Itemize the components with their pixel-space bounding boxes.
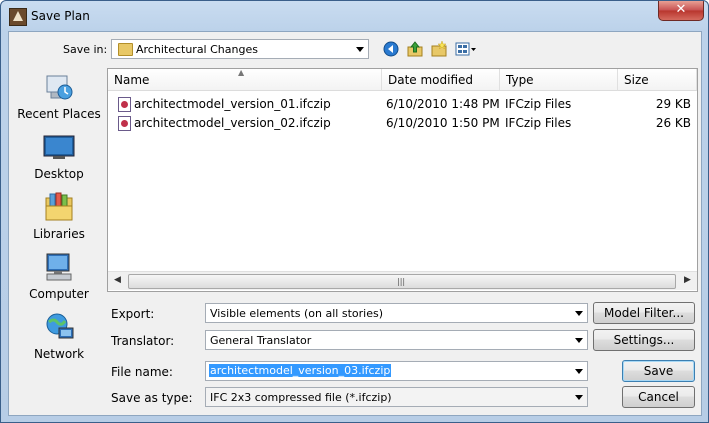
app-icon	[9, 8, 27, 26]
translator-label: Translator:	[111, 334, 175, 348]
chevron-down-icon	[575, 311, 583, 316]
save-as-type-label: Save as type:	[111, 391, 193, 405]
chevron-down-icon	[356, 47, 364, 52]
column-label: Name	[114, 73, 150, 87]
place-desktop[interactable]: Desktop	[13, 132, 105, 188]
file-name-value: architectmodel_version_03.ifczip	[209, 364, 392, 377]
translator-value: General Translator	[210, 334, 312, 347]
computer-icon	[43, 252, 75, 282]
libraries-icon	[43, 192, 75, 222]
desktop-icon	[43, 132, 75, 162]
horizontal-scrollbar[interactable]: ◀ ||| ▶	[108, 271, 697, 290]
file-name: architectmodel_version_01.ifczip	[134, 97, 331, 111]
place-label: Network	[33, 347, 85, 361]
file-date: 6/10/2010 1:48 PM	[386, 97, 500, 111]
chevron-down-icon	[575, 395, 583, 400]
places-bar: Recent Places Desktop Libraries Computer	[13, 68, 105, 368]
file-type: IFCzip Files	[505, 97, 572, 111]
grip-icon: |||	[397, 277, 406, 286]
settings-button[interactable]: Settings...	[593, 329, 695, 351]
file-name: architectmodel_version_02.ifczip	[134, 116, 331, 130]
column-label: Date modified	[388, 73, 474, 87]
ifczip-file-icon	[118, 116, 131, 131]
translator-dropdown[interactable]: General Translator	[205, 330, 588, 350]
recent-places-icon	[43, 72, 75, 102]
folder-icon	[118, 43, 133, 56]
scrollbar-thumb[interactable]: |||	[128, 274, 676, 289]
place-label: Desktop	[34, 167, 84, 181]
views-menu-icon[interactable]	[454, 41, 478, 59]
column-label: Size	[624, 73, 649, 87]
title-bar[interactable]: Save Plan ✕	[1, 1, 708, 31]
save-as-type-value: IFC 2x3 compressed file (*.ifczip)	[210, 391, 392, 404]
file-date: 6/10/2010 1:50 PM	[386, 116, 500, 130]
export-value: Visible elements (on all stories)	[210, 307, 383, 320]
cancel-button[interactable]: Cancel	[622, 386, 695, 408]
place-label: Computer	[29, 287, 89, 301]
chevron-down-icon	[575, 369, 583, 374]
scroll-right-icon[interactable]: ▶	[684, 275, 691, 285]
file-size: 26 KB	[655, 116, 691, 130]
save-in-label: Save in:	[63, 43, 108, 56]
model-filter-button[interactable]: Model Filter...	[593, 302, 695, 324]
sort-ascending-icon: ▲	[238, 68, 245, 77]
file-type: IFCzip Files	[505, 116, 572, 130]
save-in-value: Architectural Changes	[136, 43, 258, 56]
chevron-down-icon	[575, 338, 583, 343]
file-size: 29 KB	[655, 97, 691, 111]
save-button[interactable]: Save	[622, 360, 695, 382]
column-label: Type	[506, 73, 534, 87]
ifczip-file-icon	[118, 97, 131, 112]
place-recent-places[interactable]: Recent Places	[13, 72, 105, 128]
column-header-size[interactable]: Size	[618, 69, 697, 91]
network-icon	[43, 312, 75, 342]
up-folder-icon[interactable]	[406, 41, 424, 59]
save-as-type-dropdown[interactable]: IFC 2x3 compressed file (*.ifczip)	[205, 387, 588, 407]
save-in-dropdown[interactable]: Architectural Changes	[111, 39, 369, 59]
place-network[interactable]: Network	[13, 312, 105, 368]
place-label: Libraries	[33, 227, 85, 241]
file-list[interactable]: ▲ Name Date modified Type Size architect…	[107, 68, 698, 292]
file-name-input[interactable]: architectmodel_version_03.ifczip	[205, 361, 588, 381]
new-folder-icon[interactable]	[430, 40, 448, 59]
column-header-date-modified[interactable]: Date modified	[382, 69, 500, 91]
scroll-left-icon[interactable]: ◀	[114, 275, 121, 285]
close-button[interactable]: ✕	[658, 1, 704, 21]
place-computer[interactable]: Computer	[13, 252, 105, 308]
back-icon[interactable]	[382, 41, 400, 59]
column-header-type[interactable]: Type	[500, 69, 618, 91]
column-header-name[interactable]: ▲ Name	[108, 68, 382, 91]
place-label: Recent Places	[17, 107, 101, 121]
dialog-body: Save in: Architectural Changes Recent Pl…	[8, 31, 702, 416]
export-label: Export:	[111, 307, 155, 321]
file-row[interactable]: architectmodel_version_02.ifczip 6/10/20…	[108, 114, 697, 133]
export-dropdown[interactable]: Visible elements (on all stories)	[205, 303, 588, 323]
file-row[interactable]: architectmodel_version_01.ifczip 6/10/20…	[108, 95, 697, 114]
place-libraries[interactable]: Libraries	[13, 192, 105, 248]
file-name-label: File name:	[111, 365, 173, 379]
save-plan-dialog: Save Plan ✕ Save in: Architectural Chang…	[0, 0, 709, 423]
window-title: Save Plan	[31, 9, 90, 23]
